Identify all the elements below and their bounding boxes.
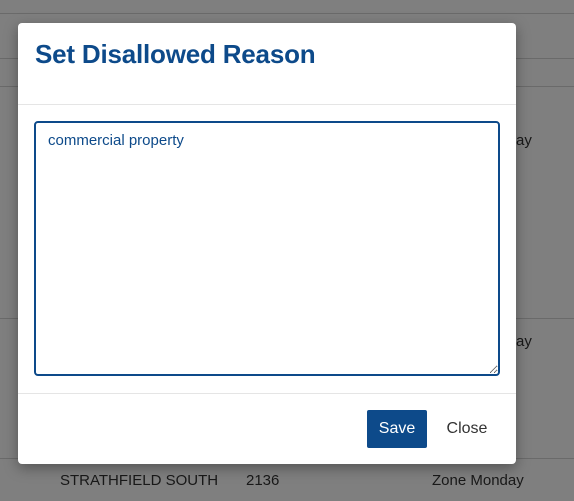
close-button[interactable]: Close xyxy=(436,410,498,448)
disallowed-reason-dialog: Set Disallowed Reason commercial propert… xyxy=(18,23,516,464)
reason-textarea[interactable]: commercial property xyxy=(34,121,500,376)
modal-footer: Save Close xyxy=(18,393,516,464)
modal-title: Set Disallowed Reason xyxy=(35,39,316,69)
modal-header: Set Disallowed Reason xyxy=(18,23,516,105)
save-button[interactable]: Save xyxy=(367,410,427,448)
modal-body: commercial property xyxy=(18,105,516,393)
